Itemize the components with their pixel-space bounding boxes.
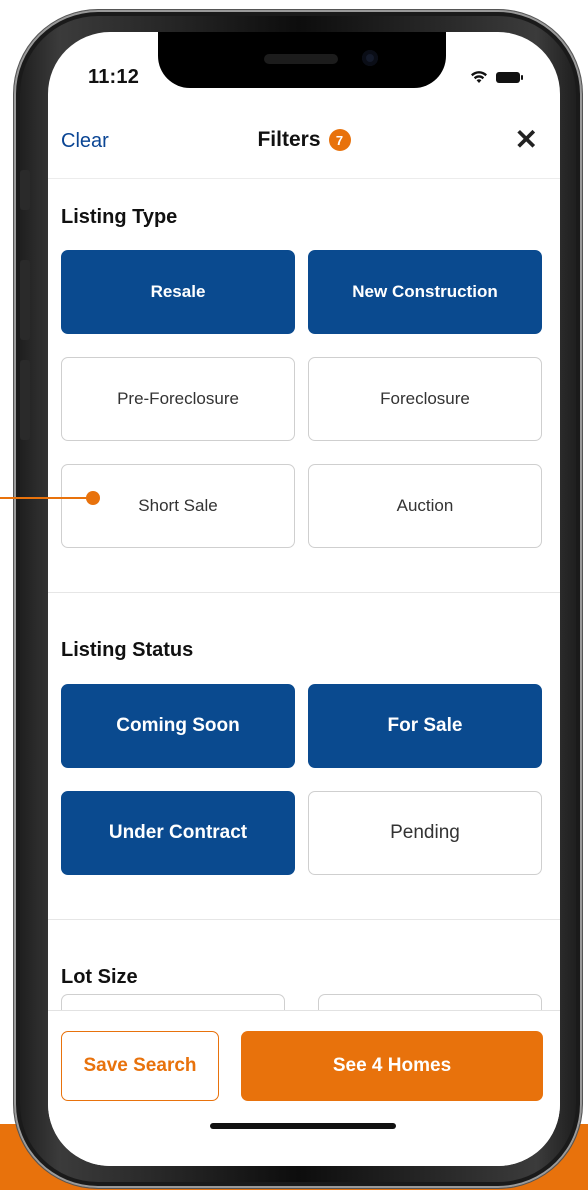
- see-homes-button[interactable]: See 4 Homes: [241, 1031, 543, 1101]
- listing-status-title: Listing Status: [61, 639, 194, 661]
- foreclosure-option[interactable]: Foreclosure: [308, 357, 542, 441]
- pending-option[interactable]: Pending: [308, 791, 542, 875]
- active-filter-count-badge: 7: [328, 129, 351, 151]
- status-icons: [470, 66, 523, 88]
- resale-option[interactable]: Resale: [61, 250, 295, 334]
- short-sale-option[interactable]: Short Sale: [61, 464, 295, 548]
- home-indicator: [210, 1123, 396, 1129]
- section-divider: [48, 919, 560, 920]
- close-icon[interactable]: ✕: [515, 126, 538, 154]
- status-time: 11:12: [88, 66, 140, 88]
- callout-line: [0, 497, 92, 499]
- app-screen: 11:12 Clear Filters 7 ✕ Listing Type Res…: [48, 32, 560, 1166]
- title-group: Filters 7: [48, 128, 560, 152]
- auction-option[interactable]: Auction: [308, 464, 542, 548]
- section-divider: [48, 592, 560, 593]
- save-search-button[interactable]: Save Search: [61, 1031, 219, 1101]
- front-camera: [362, 50, 378, 66]
- notch: [158, 32, 446, 88]
- silent-switch: [20, 170, 30, 210]
- volume-down-button: [20, 360, 30, 440]
- phone-frame: 11:12 Clear Filters 7 ✕ Listing Type Res…: [14, 10, 582, 1188]
- earpiece-speaker: [264, 54, 338, 64]
- coming-soon-option[interactable]: Coming Soon: [61, 684, 295, 768]
- pre-foreclosure-option[interactable]: Pre-Foreclosure: [61, 357, 295, 441]
- volume-up-button: [20, 260, 30, 340]
- listing-type-title: Listing Type: [61, 206, 178, 228]
- battery-icon: [496, 71, 523, 83]
- lot-size-title: Lot Size: [61, 966, 138, 988]
- for-sale-option[interactable]: For Sale: [308, 684, 542, 768]
- under-contract-option[interactable]: Under Contract: [61, 791, 295, 875]
- new-construction-option[interactable]: New Construction: [308, 250, 542, 334]
- page-title: Filters: [257, 128, 321, 151]
- action-footer: Save Search See 4 Homes: [48, 1010, 560, 1166]
- filters-header: Clear Filters 7 ✕: [48, 122, 560, 179]
- callout-dot: [86, 491, 100, 505]
- wifi-icon: [471, 71, 487, 83]
